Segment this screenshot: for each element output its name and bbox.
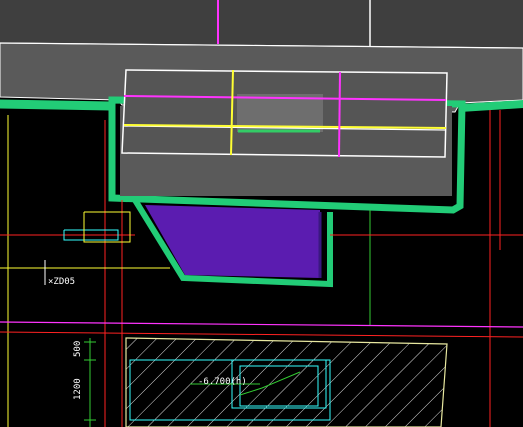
hatched-pit bbox=[125, 337, 448, 427]
purple-pit-fill bbox=[145, 205, 320, 278]
magenta-axis bbox=[0, 321, 523, 328]
shaft-bottom-strip bbox=[120, 155, 445, 196]
left-yellow-outline bbox=[83, 211, 131, 243]
dim-1200-label[interactable]: 1200 bbox=[73, 378, 83, 400]
wall-left-edge bbox=[0, 99, 111, 111]
upper-floor-area bbox=[0, 0, 523, 48]
cad-viewport[interactable]: ×ZD05 -6.700(h) 500 1200 bbox=[0, 0, 523, 427]
dim-500-label[interactable]: 500 bbox=[73, 341, 83, 357]
red-axis bbox=[0, 331, 523, 338]
level-mark-label[interactable]: -6.700(h) bbox=[198, 378, 247, 387]
magenta-v-line bbox=[338, 71, 341, 158]
tag-zd05[interactable]: ×ZD05 bbox=[48, 278, 75, 287]
cad-drawing[interactable] bbox=[0, 0, 523, 427]
